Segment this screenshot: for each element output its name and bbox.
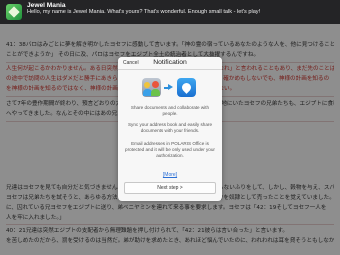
contacts-icon bbox=[142, 78, 161, 97]
dialog-text-privacy: Email addresses in POLARIS Office is pro… bbox=[125, 141, 215, 158]
notification-app-name: Jewel Mania bbox=[27, 2, 66, 9]
arrow-right-icon bbox=[164, 84, 173, 91]
more-link[interactable]: [More] bbox=[118, 172, 222, 178]
polaris-office-icon bbox=[177, 78, 196, 97]
dialog-text-share: Share documents and collaborate with peo… bbox=[130, 105, 210, 116]
dialog-header: Cancel Notification bbox=[118, 57, 222, 70]
next-step-button[interactable]: Next step > bbox=[124, 182, 216, 194]
notification-message: Hello, my name is Jewel Mania. What's yo… bbox=[27, 9, 261, 15]
jewel-mania-app-icon bbox=[6, 4, 22, 20]
notification-dialog: Cancel Notification Share documents and … bbox=[118, 57, 222, 201]
dialog-title: Notification bbox=[153, 59, 187, 66]
dialog-text-sync: Sync your address book and easily share … bbox=[127, 122, 212, 133]
notification-banner[interactable]: Jewel Mania Hello, my name is Jewel Mani… bbox=[0, 0, 340, 24]
dialog-illustration bbox=[142, 78, 198, 98]
